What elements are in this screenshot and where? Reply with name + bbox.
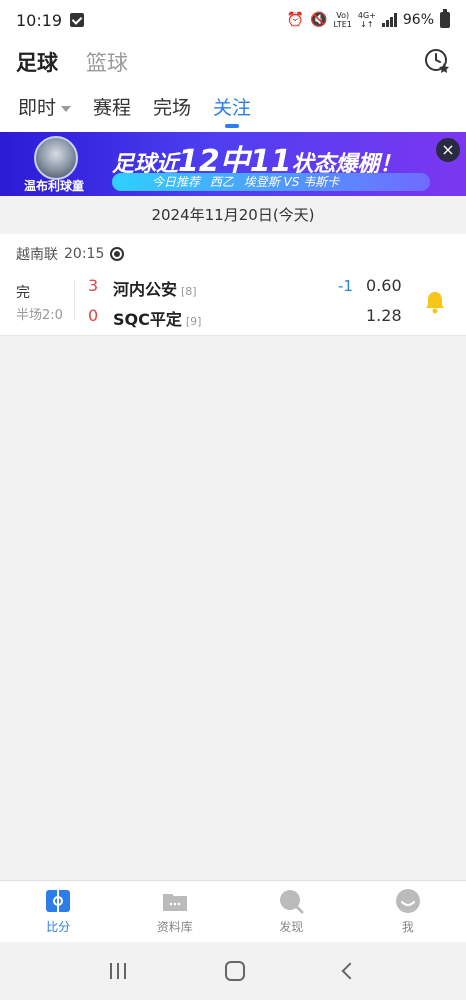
sub-tag: 今日推荐 <box>152 175 201 189</box>
banner-subline: 今日推荐 西乙 埃登斯 VS 韦斯卡 <box>112 173 430 191</box>
nav-database-label: 资料库 <box>156 920 193 934</box>
home-team-rank: [8] <box>181 285 197 298</box>
profile-icon <box>395 889 420 913</box>
banner-logo: 温布利球童 <box>14 134 94 196</box>
match-status: 完 <box>16 285 30 301</box>
folder-icon <box>162 894 187 911</box>
home-odds: 0.60 <box>366 276 402 295</box>
nav-profile-label: 我 <box>401 920 414 934</box>
away-score: 0 <box>88 306 99 325</box>
league-info: 越南联 20:15 <box>16 244 125 264</box>
battery-percent: 96% <box>402 12 434 28</box>
nav-discover[interactable]: 发现 <box>233 881 350 942</box>
net-type-label: 4G+ <box>357 11 376 20</box>
bell-icon[interactable] <box>424 290 446 314</box>
home-team-name: 河内公安 <box>113 280 178 299</box>
nav-scores-label: 比分 <box>46 920 71 934</box>
tab-live[interactable]: 即时 <box>18 84 72 132</box>
sub-league: 西乙 <box>209 175 234 189</box>
mute-icon: 🔇 <box>310 12 328 28</box>
nav-database[interactable]: 资料库 <box>117 881 234 942</box>
scoreboard-icon <box>46 890 71 912</box>
volte-indicator: Vo) LTE1 <box>333 11 351 29</box>
stadium-icon <box>34 136 78 180</box>
volte-top: Vo) <box>336 11 350 20</box>
chevron-down-icon <box>61 105 72 112</box>
divider <box>74 280 75 320</box>
status-bar: 10:19 ⏰ 🔇 Vo) LTE1 4G+ ↓↑ 96% <box>0 0 466 40</box>
nav-scores[interactable]: 比分 <box>0 881 117 942</box>
away-odds: 1.28 <box>366 306 402 325</box>
nav-discover-label: 发现 <box>279 920 304 934</box>
net-type-indicator: 4G+ ↓↑ <box>357 11 376 29</box>
sub-match: 埃登斯 VS 韦斯卡 <box>243 175 340 189</box>
recents-icon[interactable] <box>109 963 126 979</box>
tab-following[interactable]: 关注 <box>213 84 251 132</box>
handicap-value: -1 <box>338 277 353 295</box>
league-name: 越南联 <box>16 247 58 263</box>
home-score: 3 <box>88 276 99 295</box>
banner-logo-label: 温布利球童 <box>23 179 84 193</box>
match-time: 20:15 <box>64 246 105 262</box>
discover-icon <box>280 890 304 914</box>
home-icon[interactable] <box>224 961 245 981</box>
halftime-score: 半场2:0 <box>16 308 63 323</box>
match-tabs: 即时 赛程 完场 关注 <box>0 84 466 132</box>
signal-icon <box>381 13 397 27</box>
status-time: 10:19 <box>16 10 63 30</box>
app-header: 足球 篮球 <box>0 40 466 84</box>
football-icon <box>110 247 125 261</box>
checkbox-notification-icon <box>70 13 85 27</box>
promo-banner[interactable]: 温布利球童 足球近12中11状态爆棚！ 今日推荐 西乙 埃登斯 VS 韦斯卡 × <box>0 132 466 196</box>
away-team: SQC平定 [9] <box>113 306 201 330</box>
alarm-icon: ⏰ <box>286 12 305 28</box>
home-team: 河内公安 [8] <box>113 276 197 300</box>
tab-live-label: 即时 <box>18 97 57 119</box>
sport-tab-football[interactable]: 足球 <box>16 47 58 77</box>
bottom-navigation: 比分 资料库 发现 我 <box>0 880 466 942</box>
system-navigation-bar <box>0 942 466 1000</box>
sport-tab-basketball[interactable]: 篮球 <box>86 47 128 77</box>
volte-bottom: LTE1 <box>333 20 352 29</box>
away-team-rank: [9] <box>185 315 202 328</box>
date-header: 2024年11月20日(今天) <box>0 196 466 234</box>
match-card[interactable]: 越南联 20:15 完 半场2:0 3 河内公安 [8] -1 0.60 0 SQ… <box>0 234 466 336</box>
tab-finished[interactable]: 完场 <box>153 84 191 132</box>
history-clock-icon[interactable] <box>424 48 450 74</box>
nav-profile[interactable]: 我 <box>350 881 466 942</box>
close-icon[interactable]: × <box>436 138 460 162</box>
away-team-name: SQC平定 <box>113 310 182 329</box>
back-icon[interactable] <box>341 962 359 980</box>
battery-icon <box>440 9 450 28</box>
tab-schedule[interactable]: 赛程 <box>93 84 131 132</box>
